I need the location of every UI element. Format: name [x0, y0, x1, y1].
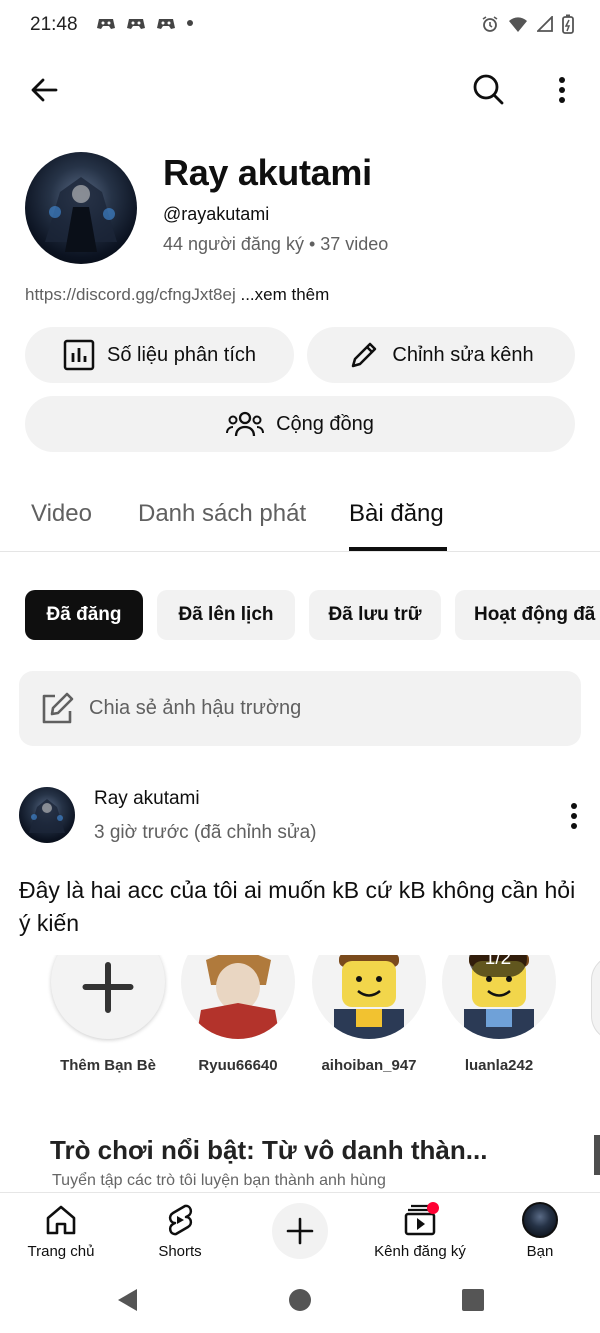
post-author-name[interactable]: Ray akutami — [94, 788, 200, 810]
nav-shorts-label: Shorts — [158, 1243, 202, 1260]
nav-you[interactable]: Bạn — [510, 1201, 570, 1260]
friend-label: aihoiban_947 — [321, 1057, 417, 1074]
bottom-navigation: Trang chủ Shorts Kênh đăng ký Bạn — [0, 1192, 600, 1269]
tab-playlists[interactable]: Danh sách phát — [138, 500, 306, 528]
more-vertical-icon — [559, 77, 565, 103]
create-post-composer[interactable]: Chia sẻ ảnh hậu trường — [19, 671, 581, 746]
search-icon — [473, 74, 504, 105]
image-counter-badge: 1/2 — [469, 955, 527, 977]
community-label: Cộng đồng — [276, 412, 374, 435]
nav-home-label: Trang chủ — [27, 1243, 95, 1260]
tabs-divider — [0, 551, 600, 552]
game-controller-icon — [127, 19, 145, 29]
edit-channel-label: Chỉnh sửa kênh — [392, 343, 534, 366]
channel-avatar[interactable] — [25, 152, 137, 264]
notification-icons — [96, 15, 194, 31]
community-button[interactable]: Cộng đồng — [25, 396, 575, 452]
chip-scheduled[interactable]: Đã lên lịch — [157, 590, 295, 640]
back-button[interactable] — [24, 70, 64, 110]
game-controller-icon — [97, 19, 115, 29]
description-link[interactable]: https://discord.gg/cfngJxt8ej — [25, 285, 236, 304]
nav-create[interactable] — [270, 1203, 330, 1259]
pencil-icon — [352, 342, 377, 368]
chip-activity[interactable]: Hoạt động đã — [455, 590, 600, 640]
composer-placeholder: Chia sẻ ảnh hậu trường — [89, 697, 302, 719]
chip-published[interactable]: Đã đăng — [25, 590, 143, 640]
search-button[interactable] — [467, 68, 509, 110]
back-arrow-icon — [31, 78, 58, 102]
friend-label: luanla242 — [464, 1057, 534, 1074]
friend-avatar — [312, 955, 426, 1039]
system-back-button[interactable] — [110, 1286, 144, 1314]
triangle-back-icon — [118, 1289, 137, 1311]
nav-home[interactable]: Trang chủ — [20, 1201, 102, 1260]
game-controller-icon — [157, 19, 175, 29]
more-options-button[interactable] — [546, 70, 578, 110]
featured-title: Trò chơi nổi bật: Từ vô danh thàn... — [50, 1135, 488, 1165]
wifi-icon — [509, 17, 527, 32]
roblox-avatar-artwork — [334, 955, 404, 1039]
status-time: 21:48 — [30, 14, 78, 35]
friend-avatar: 1/2 — [442, 955, 556, 1039]
nav-subscriptions[interactable]: Kênh đăng ký — [368, 1201, 472, 1260]
system-home-button[interactable] — [285, 1286, 315, 1314]
status-bar: 21:48 — [0, 0, 600, 52]
tab-posts[interactable]: Bài đăng — [349, 500, 444, 528]
post-text: Đây là hai acc của tôi ai muốn kB cứ kB … — [19, 877, 576, 936]
create-button-circle — [272, 1203, 328, 1259]
friend-card-add[interactable]: Thêm Bạn Bè — [50, 955, 166, 1074]
post-author-avatar[interactable] — [19, 787, 75, 843]
avatar-artwork — [45, 177, 117, 252]
analytics-button[interactable]: Số liệu phân tích — [25, 327, 294, 383]
analytics-icon — [63, 339, 95, 371]
nav-you-label: Bạn — [526, 1243, 554, 1260]
alarm-icon — [482, 16, 498, 32]
more-vertical-icon — [571, 803, 577, 829]
plus-icon — [82, 962, 134, 1013]
friend-card[interactable]: Ryuu66640 — [180, 955, 296, 1074]
chip-archived[interactable]: Đã lưu trữ — [309, 590, 441, 640]
compose-icon — [42, 692, 74, 723]
channel-description[interactable]: https://discord.gg/cfngJxt8ej ...xem thê… — [25, 285, 329, 305]
system-navigation-bar — [0, 1268, 600, 1333]
friend-card[interactable]: aihoiban_947 — [311, 955, 427, 1074]
featured-subtitle: Tuyển tập các trò tôi luyện bạn thành an… — [52, 1172, 386, 1189]
square-recents-icon — [462, 1289, 484, 1311]
edit-channel-button[interactable]: Chỉnh sửa kênh — [307, 327, 575, 383]
nav-shorts[interactable]: Shorts — [140, 1201, 220, 1260]
channel-stats: 44 người đăng ký • 37 video — [163, 234, 389, 254]
friend-card[interactable]: 1/2 luanla242 — [441, 955, 557, 1074]
post-menu-button[interactable] — [562, 800, 586, 832]
post-image[interactable]: Thêm Bạn Bè Ryuu66640 aihoiban_947 1/2 l… — [19, 955, 600, 1135]
more-notifications-dot-icon — [187, 20, 193, 26]
cell-signal-icon — [537, 16, 553, 32]
next-image-edge — [594, 1135, 600, 1175]
friend-avatar — [181, 955, 295, 1039]
friend-label: Ryuu66640 — [198, 1057, 278, 1074]
see-more-link[interactable]: ...xem thêm — [240, 285, 329, 304]
avatar-artwork — [29, 799, 65, 833]
battery-charging-icon — [562, 14, 574, 34]
tab-video[interactable]: Video — [31, 500, 92, 528]
system-recents-button[interactable] — [458, 1286, 488, 1314]
roblox-avatar-artwork — [196, 955, 280, 1039]
subscriptions-icon — [404, 1202, 439, 1236]
channel-name: Ray akutami — [163, 152, 372, 193]
community-icon — [226, 411, 265, 437]
create-icon — [286, 1217, 314, 1245]
home-icon — [46, 1205, 76, 1235]
circle-home-icon — [289, 1289, 311, 1311]
friend-label: Thêm Bạn Bè — [60, 1057, 156, 1074]
shorts-icon — [168, 1204, 193, 1236]
post-timestamp: 3 giờ trước (đã chỉnh sửa) — [94, 822, 317, 843]
nav-subscriptions-label: Kênh đăng ký — [374, 1243, 466, 1260]
analytics-label: Số liệu phân tích — [107, 343, 256, 366]
next-image-peek — [591, 955, 600, 1041]
system-status-icons — [481, 14, 574, 34]
add-friend-circle — [51, 955, 165, 1039]
channel-handle: @rayakutami — [163, 204, 270, 224]
avatar — [522, 1202, 558, 1238]
